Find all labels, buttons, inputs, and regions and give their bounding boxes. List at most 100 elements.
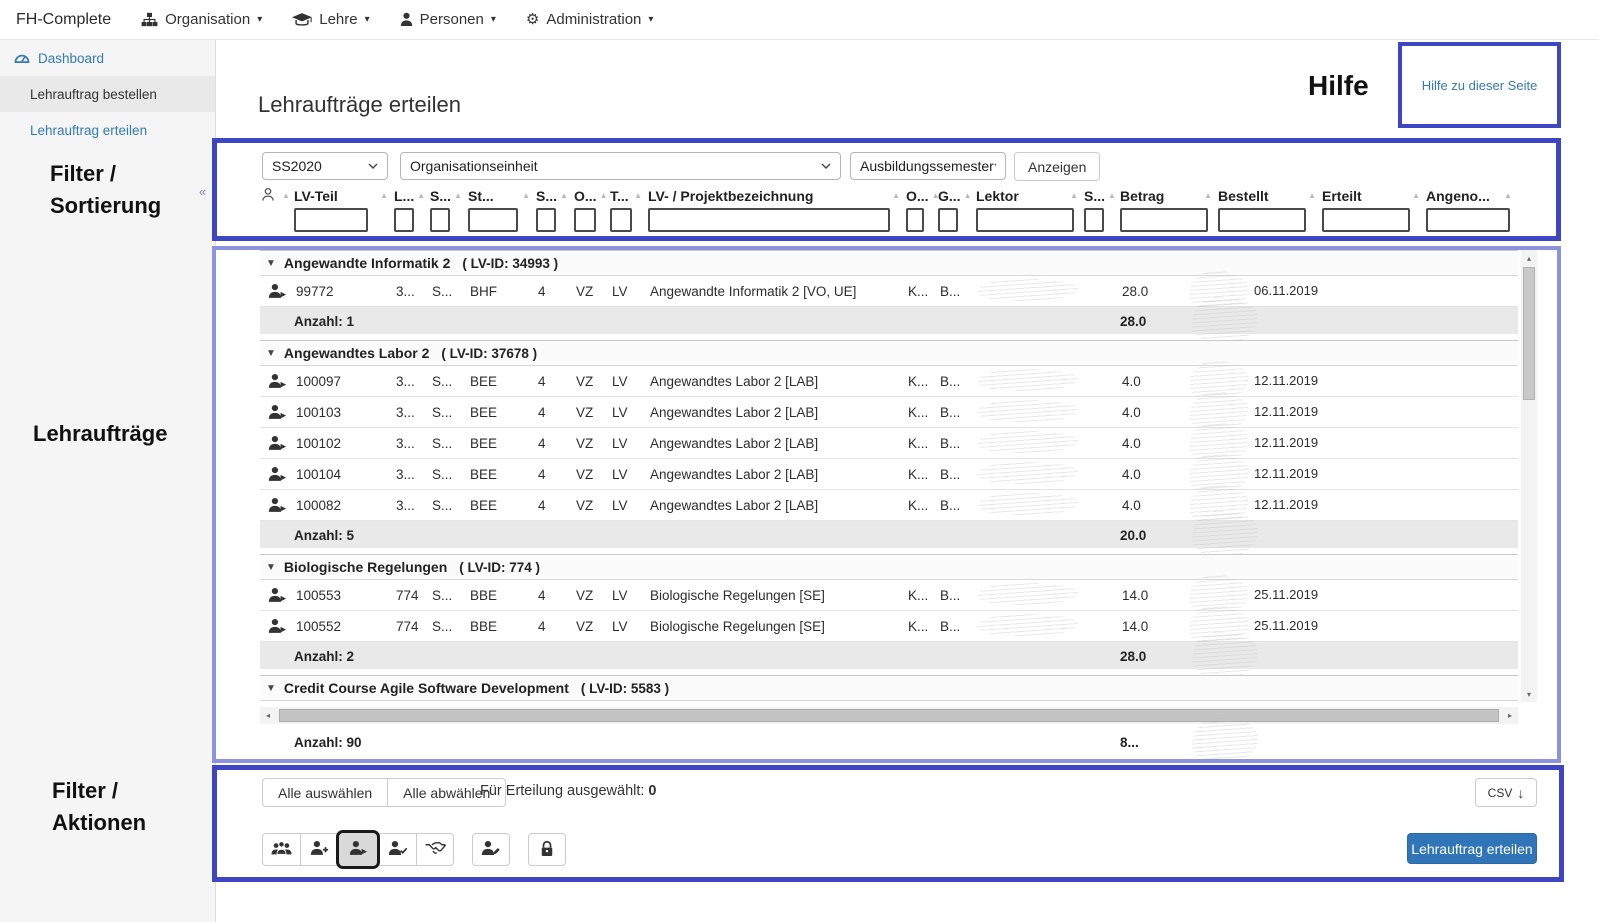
column-sort-header[interactable]: St...▲ <box>468 185 536 206</box>
cell-id: 100103 <box>294 405 394 420</box>
filter-input-11[interactable] <box>976 208 1074 232</box>
collapse-caret-icon[interactable]: ▼ <box>266 683 276 694</box>
filter-input-16[interactable] <box>1426 208 1510 232</box>
sidebar-item-lehrauftrag-erteilen[interactable]: Lehrauftrag erteilen <box>0 112 215 148</box>
group-header-row[interactable]: ▼Angewandte Informatik 2( LV-ID: 34993 ) <box>260 250 1518 276</box>
horizontal-scrollbar[interactable]: ◂▸ <box>260 707 1518 724</box>
table-row[interactable]: 1001033...S...BEE4VZLVAngewandtes Labor … <box>260 397 1518 428</box>
user-arrow-filter-button[interactable] <box>336 830 380 869</box>
horizontal-scrollbar-thumb[interactable] <box>279 709 1499 722</box>
orgunit-select[interactable]: Organisationseinheit <box>400 152 841 180</box>
scroll-right-icon[interactable]: ▸ <box>1502 711 1518 720</box>
filter-input-10[interactable] <box>938 208 958 232</box>
column-sort-header[interactable]: S...▲ <box>430 185 468 206</box>
nav-item-administration[interactable]: ⚙Administration▾ <box>526 11 654 28</box>
help-link[interactable]: Hilfe zu dieser Seite <box>1422 78 1538 93</box>
filter-input-7[interactable] <box>610 208 632 232</box>
csv-export-button[interactable]: CSV ↓ <box>1475 778 1537 807</box>
filter-input-5[interactable] <box>536 208 556 232</box>
column-sort-header[interactable]: Lektor▲ <box>976 185 1084 206</box>
column-header-angeno: Angeno...▲ <box>1426 185 1518 232</box>
vertical-scrollbar-thumb[interactable] <box>1523 267 1535 400</box>
anzeigen-button[interactable]: Anzeigen <box>1014 152 1100 181</box>
handshake-filter-button[interactable] <box>416 833 454 866</box>
column-sort-header[interactable]: S...▲ <box>536 185 574 206</box>
column-sort-header[interactable]: O...▲ <box>574 185 610 206</box>
sidebar-item-dashboard[interactable]: Dashboard <box>0 40 215 76</box>
select-all-button[interactable]: Alle auswählen <box>262 778 387 807</box>
collapse-caret-icon[interactable]: ▼ <box>266 348 276 359</box>
column-sort-header[interactable]: LV- / Projektbezeichnung▲ <box>648 185 906 206</box>
cell-icon <box>260 373 294 389</box>
sidebar-item-lehrauftrag-bestellen[interactable]: Lehrauftrag bestellen <box>0 76 215 112</box>
horizontal-scrollbar-track[interactable] <box>276 707 1502 724</box>
filter-input-1[interactable] <box>294 208 368 232</box>
column-sort-header[interactable]: Bestellt▲ <box>1218 185 1322 206</box>
users-filter-button[interactable] <box>262 833 300 866</box>
column-sort-header[interactable]: L...▲ <box>394 185 430 206</box>
filter-input-6[interactable] <box>574 208 596 232</box>
column-sort-header[interactable]: Angeno...▲ <box>1426 185 1518 206</box>
ausbildungssemester-select[interactable]: Ausbildungssemester <box>850 152 1006 180</box>
column-sort-header[interactable]: Erteilt▲ <box>1322 185 1426 206</box>
filter-input-9[interactable] <box>906 208 924 232</box>
filter-input-2[interactable] <box>394 208 414 232</box>
lehrauftrag-erteilen-button[interactable]: Lehrauftrag erteilen <box>1407 833 1537 864</box>
column-sort-header[interactable]: LV-Teil▲ <box>294 185 394 206</box>
group-header-row[interactable]: ▼Angewandtes Labor 2( LV-ID: 37678 ) <box>260 340 1518 366</box>
cell-lektor <box>976 400 1084 425</box>
column-sort-header[interactable]: Betrag▲ <box>1120 185 1218 206</box>
column-sort-header[interactable]: O...▲ <box>906 185 938 206</box>
user-check-filter-button[interactable] <box>378 833 416 866</box>
user-icon <box>400 12 413 27</box>
filter-input-15[interactable] <box>1322 208 1410 232</box>
filter-input-4[interactable] <box>468 208 518 232</box>
filter-input-13[interactable] <box>1120 208 1208 232</box>
collapse-caret-icon[interactable]: ▼ <box>266 258 276 269</box>
cell-bez: Angewandtes Labor 2 [LAB] <box>648 467 906 482</box>
table-row[interactable]: 100553774S...BBE4VZLVBiologische Regelun… <box>260 580 1518 611</box>
filter-input-12[interactable] <box>1084 208 1104 232</box>
table-row[interactable]: 1001023...S...BEE4VZLVAngewandtes Labor … <box>260 428 1518 459</box>
cell-t: LV <box>610 588 648 603</box>
table-footer-row: Anzahl: 908... <box>260 728 1518 755</box>
user-pen-filter-button[interactable] <box>472 833 510 866</box>
semester-select[interactable]: SS2020 <box>262 152 388 180</box>
scroll-left-icon[interactable]: ◂ <box>260 711 276 720</box>
column-label: S... <box>430 188 451 204</box>
column-sort-header[interactable]: ▲ <box>260 185 294 206</box>
scroll-up-icon[interactable]: ▴ <box>1521 250 1537 266</box>
nav-item-lehre[interactable]: Lehre▾ <box>292 11 369 28</box>
filter-input-14[interactable] <box>1218 208 1306 232</box>
vertical-scrollbar[interactable]: ▴ ▾ <box>1521 250 1537 702</box>
lock-filter-button[interactable] <box>528 833 566 866</box>
column-sort-header[interactable]: T...▲ <box>610 185 648 206</box>
cell-o1: VZ <box>574 467 610 482</box>
scroll-down-icon[interactable]: ▾ <box>1521 686 1537 702</box>
filter-input-3[interactable] <box>430 208 450 232</box>
table-row[interactable]: 1000973...S...BEE4VZLVAngewandtes Labor … <box>260 366 1518 397</box>
group-header-row[interactable]: ▼Credit Course Agile Software Developmen… <box>260 675 1518 701</box>
column-sort-header[interactable]: S...▲ <box>1084 185 1120 206</box>
user-plus-filter-button[interactable] <box>300 833 338 866</box>
nav-item-organisation[interactable]: Organisation▾ <box>141 11 262 28</box>
group-header-row[interactable]: ▼Biologische Regelungen( LV-ID: 774 ) <box>260 554 1518 580</box>
nav-item-personen[interactable]: Personen▾ <box>400 11 496 28</box>
vertical-scrollbar-track[interactable] <box>1521 400 1537 686</box>
collapse-caret-icon[interactable]: ▼ <box>266 562 276 573</box>
caret-down-icon: ▾ <box>365 14 370 25</box>
filter-input-8[interactable] <box>648 208 890 232</box>
column-sort-header[interactable]: G...▲ <box>938 185 976 206</box>
nav-item-label: Organisation <box>165 11 250 28</box>
sort-arrow-icon: ▲ <box>1412 191 1420 200</box>
cell-g: B... <box>938 405 976 420</box>
cell-st: BEE <box>468 436 536 451</box>
table-row[interactable]: 997723...S...BHF4VZLVAngewandte Informat… <box>260 276 1518 307</box>
column-header-lv-teil: LV-Teil▲ <box>294 185 394 232</box>
sidebar-collapse-icon[interactable]: « <box>199 184 206 199</box>
cell-t: LV <box>610 284 648 299</box>
table-row[interactable]: 1000823...S...BEE4VZLVAngewandtes Labor … <box>260 490 1518 521</box>
table-row[interactable]: 1001043...S...BEE4VZLVAngewandtes Labor … <box>260 459 1518 490</box>
cell-s1: S... <box>430 374 468 389</box>
table-row[interactable]: 100552774S...BBE4VZLVBiologische Regelun… <box>260 611 1518 642</box>
